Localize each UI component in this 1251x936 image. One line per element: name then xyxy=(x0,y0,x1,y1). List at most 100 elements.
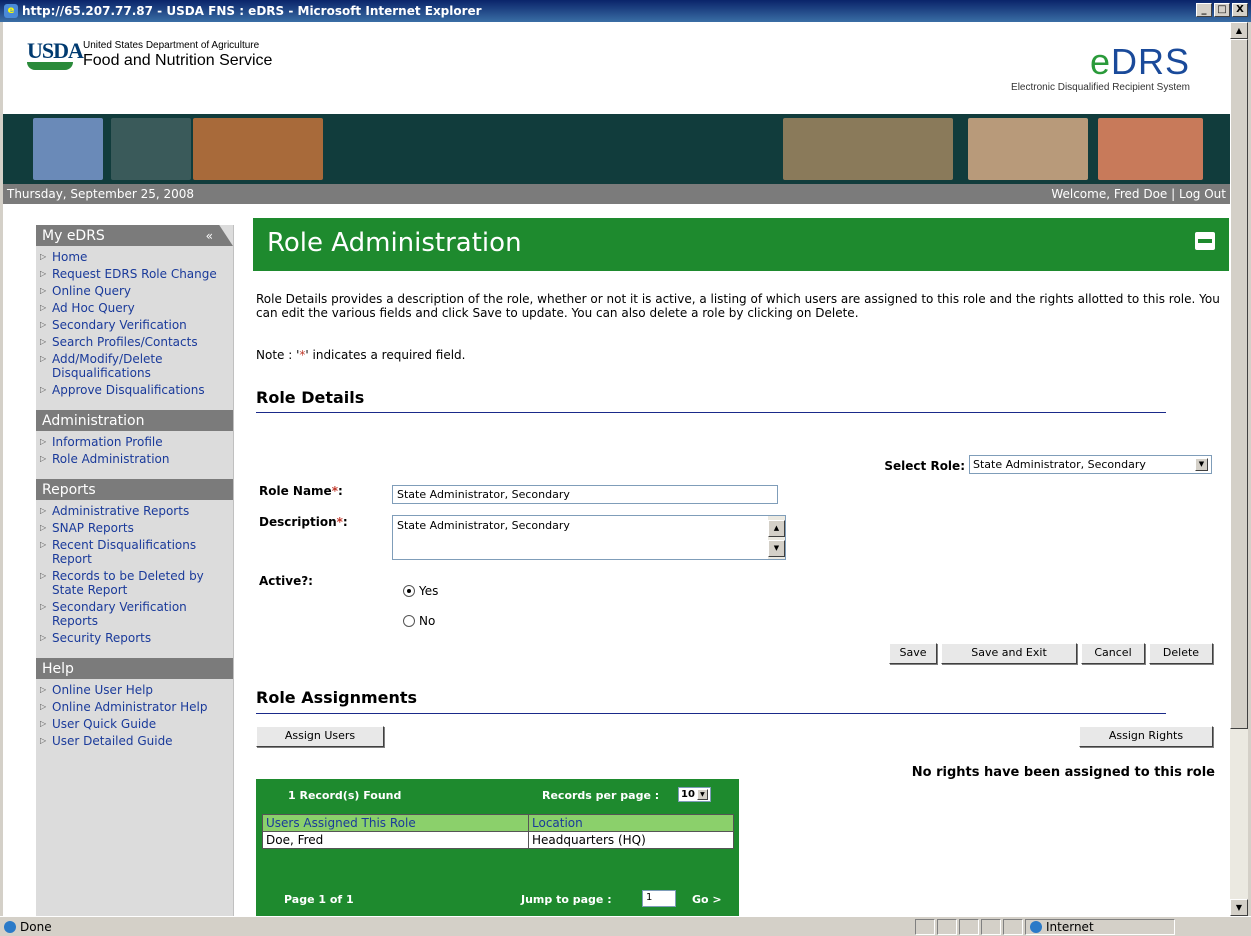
sidebar-item-user-detailed-guide[interactable]: User Detailed Guide xyxy=(40,734,233,748)
logout-link[interactable]: Log Out xyxy=(1179,187,1226,201)
edrs-subtitle: Electronic Disqualified Recipient System xyxy=(1011,82,1190,93)
print-icon[interactable] xyxy=(1195,232,1215,250)
yes-label: Yes xyxy=(419,584,439,598)
radio-checked-icon xyxy=(403,585,415,597)
status-cell xyxy=(915,918,935,935)
scroll-up-icon[interactable]: ▲ xyxy=(1230,22,1248,39)
sidebar-item-security-reports[interactable]: Security Reports xyxy=(40,631,233,645)
description-label-text: Description xyxy=(259,515,337,529)
role-details-title: Role Details xyxy=(256,388,365,407)
intro-text: Role Details provides a description of t… xyxy=(256,292,1220,320)
textarea-scrollbar[interactable]: ▲ ▼ xyxy=(768,516,785,559)
welcome-text: Welcome, Fred Doe xyxy=(1051,187,1168,201)
close-button[interactable]: X xyxy=(1232,3,1248,17)
site-header: USDA United States Department of Agricul… xyxy=(3,22,1230,114)
sidebar-item-online-user-help[interactable]: Online User Help xyxy=(40,683,233,697)
page-viewport: USDA United States Department of Agricul… xyxy=(3,22,1230,916)
sidebar: My eDRS « Home Request EDRS Role Change … xyxy=(36,225,234,916)
status-bar: Done Internet xyxy=(0,916,1251,936)
page-info: Page 1 of 1 xyxy=(284,893,354,906)
page-scrollbar[interactable]: ▲ ▼ xyxy=(1230,22,1248,916)
active-label: Active?: xyxy=(259,574,313,588)
user-links: Welcome, Fred Doe | Log Out xyxy=(1051,187,1226,201)
scroll-up-icon[interactable]: ▲ xyxy=(768,520,785,537)
records-per-page-label: Records per page : xyxy=(542,789,660,802)
usda-logo[interactable]: USDA xyxy=(27,38,84,64)
sidebar-item-online-admin-help[interactable]: Online Administrator Help xyxy=(40,700,233,714)
note-suffix: ' indicates a required field. xyxy=(305,348,466,362)
column-header-location[interactable]: Location xyxy=(528,814,734,832)
select-role-dropdown[interactable]: State Administrator, Secondary ▼ xyxy=(969,455,1212,474)
sidebar-item-role-administration[interactable]: Role Administration xyxy=(40,452,233,466)
security-zone[interactable]: Internet xyxy=(1025,918,1175,935)
agency-name: Food and Nutrition Service xyxy=(83,52,273,69)
minimize-button[interactable]: _ xyxy=(1196,3,1212,17)
records-per-page-select[interactable]: 10 ▼ xyxy=(678,787,711,802)
sidebar-item-ad-hoc-query[interactable]: Ad Hoc Query xyxy=(40,301,233,315)
go-button[interactable]: Go > xyxy=(692,893,722,906)
banner-photo xyxy=(1098,118,1203,180)
sidebar-item-information-profile[interactable]: Information Profile xyxy=(40,435,233,449)
assign-users-button[interactable]: Assign Users xyxy=(256,726,384,747)
note-prefix: Note : ' xyxy=(256,348,300,362)
cancel-button[interactable]: Cancel xyxy=(1081,643,1145,664)
chevron-down-icon: ▼ xyxy=(696,789,708,800)
save-and-exit-button[interactable]: Save and Exit xyxy=(941,643,1077,664)
edrs-logo-e: e xyxy=(1089,41,1111,82)
table-row[interactable]: Doe, Fred Headquarters (HQ) xyxy=(262,831,734,849)
sidebar-item-add-modify-delete[interactable]: Add/Modify/Delete Disqualifications xyxy=(40,352,233,380)
sidebar-item-approve-disqualifications[interactable]: Approve Disqualifications xyxy=(40,383,233,397)
sidebar-item-home[interactable]: Home xyxy=(40,250,233,264)
description-textarea[interactable]: State Administrator, Secondary ▲ ▼ xyxy=(392,515,786,560)
sidebar-item-recent-disqualifications[interactable]: Recent Disqualifications Report xyxy=(40,538,233,566)
users-table: Users Assigned This Role Location Doe, F… xyxy=(262,814,734,849)
assign-rights-button[interactable]: Assign Rights xyxy=(1079,726,1213,747)
scroll-down-icon[interactable]: ▼ xyxy=(768,540,785,557)
role-name-input[interactable]: State Administrator, Secondary xyxy=(392,485,778,504)
collapse-icon[interactable]: « xyxy=(206,229,213,243)
sidebar-list-reports: Administrative Reports SNAP Reports Rece… xyxy=(36,500,233,658)
column-header-users[interactable]: Users Assigned This Role xyxy=(262,814,529,832)
sidebar-item-online-query[interactable]: Online Query xyxy=(40,284,233,298)
page-title: Role Administration xyxy=(267,228,522,258)
edrs-logo[interactable]: eDRS xyxy=(1090,44,1190,80)
sidebar-head-label: My eDRS xyxy=(42,227,105,244)
cell-location: Headquarters (HQ) xyxy=(528,831,734,849)
banner-photo xyxy=(193,118,323,180)
sidebar-head-label: Help xyxy=(42,660,74,677)
sidebar-item-records-to-be-deleted[interactable]: Records to be Deleted by State Report xyxy=(40,569,233,597)
window-titlebar: e http://65.207.77.87 - USDA FNS : eDRS … xyxy=(0,0,1251,22)
label-colon: : xyxy=(342,515,348,529)
sidebar-list-help: Online User Help Online Administrator He… xyxy=(36,679,233,761)
select-role-value: State Administrator, Secondary xyxy=(973,458,1146,471)
delete-button[interactable]: Delete xyxy=(1149,643,1213,664)
window-title: http://65.207.77.87 - USDA FNS : eDRS - … xyxy=(22,4,482,18)
date-bar: Thursday, September 25, 2008 Welcome, Fr… xyxy=(3,184,1230,204)
sidebar-item-administrative-reports[interactable]: Administrative Reports xyxy=(40,504,233,518)
sidebar-item-user-quick-guide[interactable]: User Quick Guide xyxy=(40,717,233,731)
sidebar-item-search-profiles[interactable]: Search Profiles/Contacts xyxy=(40,335,233,349)
records-per-page-value: 10 xyxy=(681,789,695,800)
jump-to-page-input[interactable]: 1 xyxy=(642,890,676,907)
active-no-radio[interactable]: No xyxy=(403,614,435,628)
photo-banner xyxy=(3,114,1230,184)
role-assignments-title: Role Assignments xyxy=(256,688,418,707)
status-text: Done xyxy=(20,919,52,934)
active-yes-radio[interactable]: Yes xyxy=(403,584,438,598)
sidebar-item-secondary-verification[interactable]: Secondary Verification xyxy=(40,318,233,332)
scroll-down-icon[interactable]: ▼ xyxy=(1230,899,1248,916)
sidebar-item-snap-reports[interactable]: SNAP Reports xyxy=(40,521,233,535)
sidebar-item-request-role-change[interactable]: Request EDRS Role Change xyxy=(40,267,233,281)
sidebar-head-my-edrs: My eDRS « xyxy=(36,225,233,246)
save-button[interactable]: Save xyxy=(889,643,937,664)
usda-swoosh-icon xyxy=(27,62,73,70)
sidebar-head-reports: Reports xyxy=(36,479,233,500)
page-icon xyxy=(4,920,16,933)
sidebar-head-administration: Administration xyxy=(36,410,233,431)
globe-icon xyxy=(1030,920,1042,933)
status-cell xyxy=(937,918,957,935)
sidebar-item-secondary-verification-reports[interactable]: Secondary Verification Reports xyxy=(40,600,233,628)
maximize-button[interactable]: □ xyxy=(1214,3,1230,17)
banner-photo xyxy=(33,118,103,180)
scrollbar-thumb[interactable] xyxy=(1230,39,1248,729)
